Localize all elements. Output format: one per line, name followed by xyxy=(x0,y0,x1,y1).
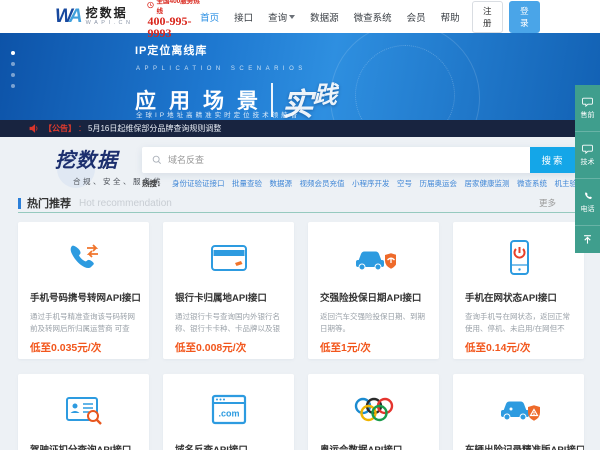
card-title: 车辆出险记录精准版API接口 xyxy=(465,442,572,450)
hotline: 全国400服务热线 400-995-9993 xyxy=(147,0,200,39)
chat-bubble-icon xyxy=(582,97,593,107)
carousel-dot[interactable] xyxy=(11,51,15,55)
nav-item-api[interactable]: 接口 xyxy=(234,10,253,24)
olympic-rings-icon xyxy=(308,387,439,433)
search-brand: 挖数据 合规、安全、服务优 xyxy=(55,144,163,187)
hotline-label: 全国400服务热线 xyxy=(156,0,200,15)
logo-domain: WAPI.CN xyxy=(86,20,134,26)
section-title: 热门推荐 xyxy=(27,195,71,211)
nav-item-datasource[interactable]: 数据源 xyxy=(310,10,339,24)
api-cards-grid: 手机号码携号转网API接口 通过手机号精准查询该号码转网前及转网后所归属运营商 … xyxy=(18,222,584,450)
car-accident-icon xyxy=(453,387,584,433)
hot-link-olympics[interactable]: 历届奥运会 xyxy=(420,178,458,189)
site-logo[interactable]: WA 挖数据 WAPI.CN xyxy=(55,6,133,28)
nav-item-home[interactable]: 首页 xyxy=(200,10,219,24)
card-olympics-data[interactable]: 奥运会数据API接口 xyxy=(308,374,439,450)
domain-icon: .com xyxy=(163,387,294,433)
brand-tagline: 合规、安全、服务优 xyxy=(73,176,163,187)
card-title: 手机在网状态API接口 xyxy=(465,290,572,304)
header: WA 挖数据 WAPI.CN 全国400服务热线 400-995-9993 首页… xyxy=(0,0,600,33)
hot-link-wecheck[interactable]: 微查系统 xyxy=(517,178,547,189)
hot-link-idcard[interactable]: 身份证验证接口 xyxy=(172,178,225,189)
hot-link-empty-number[interactable]: 空号 xyxy=(397,178,412,189)
carousel-dot[interactable] xyxy=(11,62,15,66)
card-title: 驾驶证扣分查询API接口 xyxy=(30,442,137,450)
card-desc: 查询手机号在网状态，返回正常使用、停机、未启用/在网但不可用、不在网（销号... xyxy=(465,311,572,334)
presales-contact-button[interactable]: 售前 xyxy=(575,85,600,132)
card-title: 交强险投保日期API接口 xyxy=(320,290,427,304)
announcement-bar[interactable]: 【公告】 ： 5月16日起维保部分品牌查询规则调整 xyxy=(0,120,600,137)
hot-link-home-health[interactable]: 居家健康监测 xyxy=(465,178,510,189)
card-desc: 通过手机号精准查询该号码转网前及转网后所归属运营商 可查询号码是否为虚拟手机..… xyxy=(30,311,137,334)
hot-link-video-vip[interactable]: 视频会员充值 xyxy=(300,178,345,189)
car-insurance-icon xyxy=(308,235,439,281)
hot-link-datasource[interactable]: 数据源 xyxy=(270,178,293,189)
phone-circle-icon xyxy=(147,1,154,9)
card-title: 银行卡归属地API接口 xyxy=(175,290,282,304)
announcement-text[interactable]: 5月16日起维保部分品牌查询规则调整 xyxy=(88,123,221,134)
card-car-insurance[interactable]: 交强险投保日期API接口 返回汽车交强险投保日期、到期日期等。 低至1元/次 xyxy=(308,222,439,359)
search-bar: 搜索 xyxy=(142,147,576,173)
phone-icon xyxy=(583,191,593,201)
card-title: 域名反查API接口 xyxy=(175,442,282,450)
nav-item-help[interactable]: 帮助 xyxy=(441,10,460,24)
card-car-accident[interactable]: 车辆出险记录精准版API接口 xyxy=(453,374,584,450)
carousel-dot[interactable] xyxy=(11,73,15,77)
hero-banner[interactable]: IP定位离线库 APPLICATION SCENARIOS 应用场景 实践 全球… xyxy=(0,33,600,120)
search-input[interactable] xyxy=(168,155,520,165)
card-desc: 通过银行卡号查询国内外银行名称、银行卡卡种、卡品牌以及银行卡发卡省份和城市... xyxy=(175,311,282,334)
svg-text:.com: .com xyxy=(218,409,239,419)
speaker-icon xyxy=(28,123,39,134)
driver-license-icon xyxy=(18,387,149,433)
phone-contact-button[interactable]: 电话 xyxy=(575,179,600,226)
chat-bubble-icon xyxy=(582,144,593,154)
login-button[interactable]: 登录 xyxy=(509,1,540,33)
logo-wa-icon: WA xyxy=(55,6,80,28)
card-price: 低至0.14元/次 xyxy=(465,340,572,355)
section-subtitle: Hot recommendation xyxy=(79,198,172,209)
banner-en-subtitle: APPLICATION SCENARIOS xyxy=(136,66,307,72)
logo-name: 挖数据 xyxy=(86,7,134,19)
nav-item-query[interactable]: 查询 xyxy=(268,10,295,24)
card-price: 低至1元/次 xyxy=(320,340,427,355)
card-title: 奥运会数据API接口 xyxy=(320,442,427,450)
chevron-down-icon xyxy=(289,15,295,19)
hot-search-row: 热搜： 身份证验证接口 批量查验 数据源 视频会员充值 小程序开发 空号 历届奥… xyxy=(142,178,582,189)
brand-name: 挖数据 xyxy=(55,144,163,173)
card-domain-lookup[interactable]: .com 域名反查API接口 xyxy=(163,374,294,450)
announcement-tag: 【公告】 xyxy=(44,123,76,134)
bank-card-icon xyxy=(163,235,294,281)
phone-transfer-icon xyxy=(18,235,149,281)
back-to-top-button[interactable] xyxy=(575,226,600,253)
hot-recommendation-header: 热门推荐 Hot recommendation 更多 xyxy=(18,194,584,213)
float-contact-bar: 售前 技术 电话 xyxy=(575,85,600,253)
hotline-number: 400-995-9993 xyxy=(147,15,200,39)
card-title: 手机号码携号转网API接口 xyxy=(30,290,137,304)
carousel-dots xyxy=(11,51,15,88)
card-driver-license[interactable]: 驾驶证扣分查询API接口 xyxy=(18,374,149,450)
card-desc: 返回汽车交强险投保日期、到期日期等。 xyxy=(320,311,427,334)
hot-link-batch[interactable]: 批量查验 xyxy=(232,178,262,189)
section-bar-decoration xyxy=(18,198,21,209)
card-price: 低至0.035元/次 xyxy=(30,340,137,355)
search-button[interactable]: 搜索 xyxy=(530,147,576,173)
carousel-dot[interactable] xyxy=(11,84,15,88)
card-phone-transfer[interactable]: 手机号码携号转网API接口 通过手机号精准查询该号码转网前及转网后所归属运营商 … xyxy=(18,222,149,359)
hot-link-miniprogram[interactable]: 小程序开发 xyxy=(352,178,390,189)
main-nav: 首页 接口 查询 数据源 微查系统 会员 帮助 xyxy=(200,10,460,24)
nav-item-wecheck[interactable]: 微查系统 xyxy=(354,10,392,24)
tech-support-button[interactable]: 技术 xyxy=(575,132,600,179)
more-link[interactable]: 更多 xyxy=(539,197,556,209)
back-to-top-icon xyxy=(582,234,593,245)
nav-item-member[interactable]: 会员 xyxy=(407,10,426,24)
phone-status-icon xyxy=(453,235,584,281)
card-phone-status[interactable]: 手机在网状态API接口 查询手机号在网状态，返回正常使用、停机、未启用/在网但不… xyxy=(453,222,584,359)
banner-product-title: IP定位离线库 xyxy=(135,42,207,58)
card-price: 低至0.008元/次 xyxy=(175,340,282,355)
register-button[interactable]: 注册 xyxy=(472,1,503,33)
banner-slogan: 全球IP地址高精准实时定位技术领航者 xyxy=(136,109,300,119)
card-bank-card[interactable]: 银行卡归属地API接口 通过银行卡号查询国内外银行名称、银行卡卡种、卡品牌以及银… xyxy=(163,222,294,359)
